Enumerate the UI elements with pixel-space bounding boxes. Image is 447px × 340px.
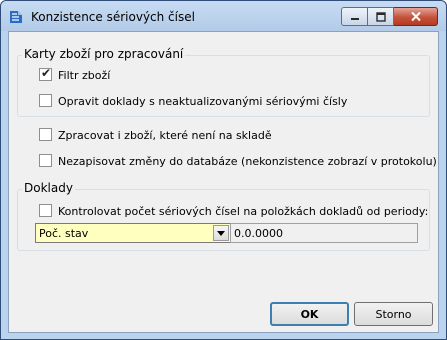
ok-button-label: OK <box>300 307 319 321</box>
period-date-field: 0.0.0000 <box>230 223 418 243</box>
period-select[interactable]: Poč. stav <box>35 223 231 243</box>
period-date-value: 0.0.0000 <box>234 227 283 240</box>
docs-group-title: Doklady <box>22 181 75 195</box>
minimize-button[interactable] <box>341 7 368 26</box>
process-not-in-stock-label: Zpracovat i zboží, které není na skladě <box>58 129 272 142</box>
dropdown-button[interactable] <box>213 225 229 241</box>
maximize-icon <box>375 11 386 22</box>
window-title: Konzistence sériových čísel <box>31 10 195 24</box>
items-group-title: Karty zboží pro zpracování <box>22 47 186 61</box>
title-bar[interactable]: Konzistence sériových čísel <box>1 1 446 31</box>
fix-docs-label: Opravit doklady s neaktualizovanými séri… <box>58 95 348 108</box>
filter-label: Filtr zboží <box>58 69 111 82</box>
no-db-write-label: Nezapisovat změny do databáze (nekonzist… <box>58 155 437 168</box>
filter-checkbox[interactable]: ✔ <box>39 66 52 81</box>
no-db-write-checkbox[interactable] <box>39 154 52 167</box>
app-icon <box>10 11 22 23</box>
check-count-label: Kontrolovat počet sériových čísel na pol… <box>58 205 429 218</box>
maximize-button[interactable] <box>368 7 394 26</box>
period-select-value: Poč. stav <box>39 227 89 240</box>
cancel-button-label: Storno <box>375 307 412 321</box>
dialog-window: Konzistence sériových čísel Karty zboží … <box>0 0 447 340</box>
dialog-body: Karty zboží pro zpracování ✔ Filtr zboží… <box>8 31 439 333</box>
check-count-checkbox[interactable] <box>39 204 52 217</box>
chevron-down-icon <box>217 230 225 236</box>
ok-button[interactable]: OK <box>270 302 349 326</box>
minimize-icon <box>350 17 359 20</box>
close-button[interactable] <box>394 7 438 26</box>
close-icon <box>410 11 421 22</box>
cancel-button[interactable]: Storno <box>354 302 433 326</box>
checkmark-icon: ✔ <box>41 66 52 80</box>
process-not-in-stock-checkbox[interactable] <box>39 128 52 141</box>
fix-docs-checkbox[interactable] <box>39 94 52 107</box>
